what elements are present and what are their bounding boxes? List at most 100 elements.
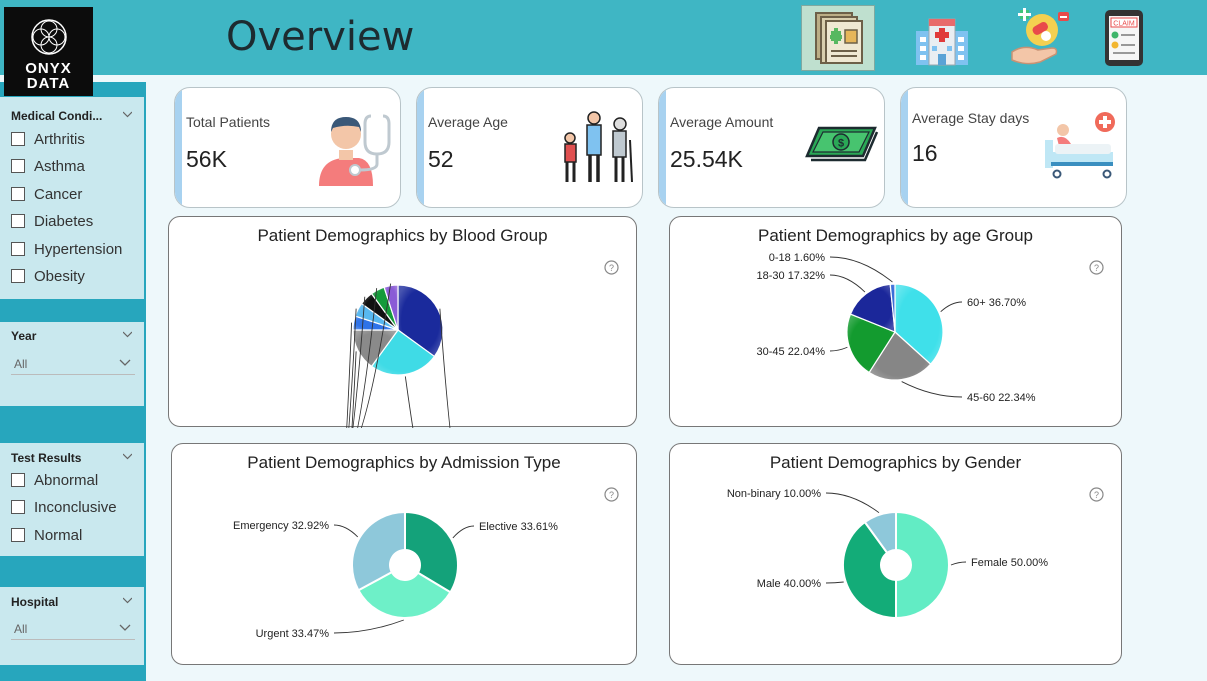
chart-panel-gender: Patient Demographics by Gender ? Female … — [669, 443, 1122, 665]
checkbox-label: Arthritis — [34, 130, 85, 148]
kpi-card-average-stay: Average Stay days 16 — [900, 87, 1127, 208]
checkbox-inconclusive[interactable]: Inconclusive — [11, 497, 117, 517]
filter-sidebar: Medical Condi... Arthritis Asthma Cancer… — [0, 82, 146, 681]
kpi-accent-bar — [417, 88, 424, 207]
checkbox-label: Asthma — [34, 157, 85, 175]
data-label-0-18: 0-18 1.60% — [769, 252, 825, 264]
checkbox-box[interactable] — [11, 528, 25, 542]
chart-panel-blood-group: Patient Demographics by Blood Group ? A+… — [168, 216, 637, 428]
test-results-slicer: Test Results Abnormal Inconclusive Norma… — [0, 443, 144, 556]
data-label-emergency: Emergency 32.92% — [233, 520, 329, 532]
data-label-30-45: 30-45 22.04% — [757, 346, 826, 358]
money-icon: $ — [805, 126, 879, 162]
gender-donut-chart: Female 50.00% Male 40.00% Non-binary 10.00… — [727, 488, 1048, 620]
data-label-non-binary: Non-binary 10.00% — [727, 488, 821, 500]
checkbox-hypertension[interactable]: Hypertension — [11, 239, 122, 259]
checkbox-label: Obesity — [34, 267, 85, 285]
onyx-data-logo: ONYX DATA — [4, 7, 93, 96]
leader-line-non-binary — [825, 492, 880, 514]
kpi-card-average-amount: Average Amount 25.54K $ — [658, 87, 885, 208]
chevron-down-icon[interactable] — [123, 452, 132, 461]
checkbox-normal[interactable]: Normal — [11, 525, 82, 545]
year-dropdown-value: All — [14, 356, 28, 371]
medicine-icon[interactable] — [1001, 5, 1075, 71]
logo-text-line2: DATA — [26, 75, 71, 92]
data-label-male: Male 40.00% — [757, 578, 821, 590]
checkbox-label: Inconclusive — [34, 498, 117, 516]
hospital-icon[interactable] — [905, 5, 979, 71]
blood-group-pie-chart: A+ 35.00%O+ 25.00%O- 15.00%A- 5.00%AB- 5… — [346, 283, 451, 428]
slicer-title-test-results: Test Results — [11, 451, 82, 465]
kpi-label: Total Patients — [186, 114, 271, 130]
data-label-18-30: 18-30 17.32% — [757, 270, 826, 282]
slicer-title-year: Year — [11, 329, 37, 343]
leader-line-a — [346, 322, 353, 428]
leader-line-female — [950, 561, 967, 566]
kpi-accent-bar — [175, 88, 182, 207]
kpi-value: 56K — [186, 146, 227, 172]
checkbox-abnormal[interactable]: Abnormal — [11, 470, 98, 490]
slicer-title-medical-condition: Medical Condi... — [11, 109, 103, 123]
data-label-60pos: 60+ 36.70% — [967, 297, 1026, 309]
chevron-down-icon[interactable] — [119, 624, 131, 632]
logo-mark-icon — [31, 19, 67, 55]
leader-line-opos — [404, 376, 414, 428]
admission-type-donut-chart: Elective 33.61% Urgent 33.47% Emergency 32… — [233, 510, 558, 640]
leader-line-30-45 — [829, 346, 848, 352]
donut-hole — [881, 550, 911, 580]
checkbox-diabetes[interactable]: Diabetes — [11, 211, 93, 231]
hospital-bed-icon — [1045, 112, 1115, 179]
kpi-value: 25.54K — [670, 146, 743, 172]
age-groups-icon — [564, 111, 633, 183]
data-label-urgent: Urgent 33.47% — [256, 628, 330, 640]
medical-condition-slicer: Medical Condi... Arthritis Asthma Cancer… — [0, 97, 144, 299]
checkbox-label: Abnormal — [34, 471, 99, 489]
year-dropdown[interactable]: All — [11, 353, 135, 375]
checkbox-box[interactable] — [11, 500, 25, 514]
header-bar: Overview CLAIM — [0, 0, 1207, 75]
checkbox-label: Normal — [34, 526, 83, 544]
chevron-down-icon[interactable] — [123, 596, 132, 605]
chart-panel-admission-type: Patient Demographics by Admission Type ?… — [171, 443, 637, 665]
chart-panel-age-group: Patient Demographics by age Group ? 60+ … — [669, 216, 1122, 427]
leader-line-male — [825, 581, 844, 584]
checkbox-box[interactable] — [11, 159, 25, 173]
donut-hole — [390, 550, 420, 580]
checkbox-box[interactable] — [11, 242, 25, 256]
kpi-value: 52 — [428, 146, 454, 172]
chevron-down-icon[interactable] — [123, 330, 132, 339]
leader-line-60pos — [940, 301, 963, 313]
checkbox-cancer[interactable]: Cancer — [11, 184, 82, 204]
leader-line-18-30 — [829, 274, 866, 293]
kpi-label: Average Stay days — [912, 110, 1030, 126]
kpi-label: Average Age — [428, 114, 508, 130]
hospital-slicer: Hospital All — [0, 587, 144, 665]
leader-line-urgent — [333, 619, 404, 634]
logo-text-line1: ONYX — [25, 60, 72, 77]
data-label-female: Female 50.00% — [971, 557, 1048, 569]
checkbox-box[interactable] — [11, 473, 25, 487]
leader-line-emergency — [333, 524, 359, 538]
checkbox-arthritis[interactable]: Arthritis — [11, 129, 85, 149]
checkbox-asthma[interactable]: Asthma — [11, 156, 85, 176]
kpi-value: 16 — [912, 140, 938, 166]
checkbox-label: Hypertension — [34, 240, 123, 258]
checkbox-label: Cancer — [34, 185, 83, 203]
chevron-down-icon[interactable] — [123, 110, 132, 119]
checkbox-obesity[interactable]: Obesity — [11, 266, 85, 286]
data-label-45-60: 45-60 22.34% — [967, 392, 1036, 404]
page-title: Overview — [226, 14, 415, 60]
claim-icon[interactable]: CLAIM — [1086, 5, 1160, 71]
chevron-down-icon[interactable] — [119, 359, 131, 367]
data-label-elective: Elective 33.61% — [479, 521, 558, 533]
leader-line-apos — [439, 308, 451, 428]
svg-text:$: $ — [838, 138, 844, 150]
records-icon[interactable] — [801, 5, 875, 71]
patient-icon — [319, 114, 391, 186]
checkbox-box[interactable] — [11, 269, 25, 283]
checkbox-box[interactable] — [11, 214, 25, 228]
checkbox-box[interactable] — [11, 132, 25, 146]
kpi-accent-bar — [659, 88, 666, 207]
hospital-dropdown[interactable]: All — [11, 618, 135, 640]
checkbox-box[interactable] — [11, 187, 25, 201]
